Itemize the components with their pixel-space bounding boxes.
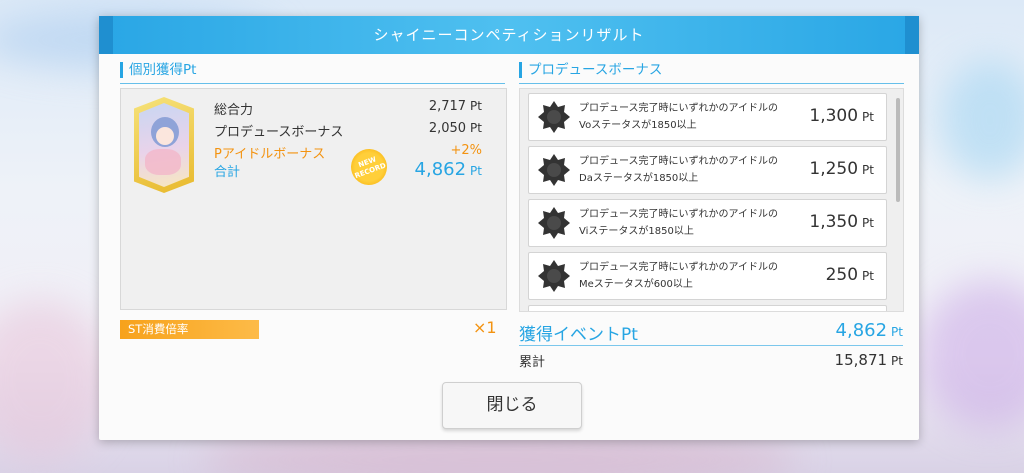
dark-badge-icon [538,154,570,186]
bonus-pt: 1,250 Pt [809,159,874,179]
produce-bonus-title: プロデュースボーナス [519,60,913,84]
stat-value: 4,862 Pt [414,159,482,180]
bonus-description: プロデュース完了時にいずれかのアイドルの Voステータスが1850以上 [579,103,778,131]
dark-badge-icon [538,207,570,239]
divider [519,345,903,346]
stat-value: 2,050 Pt [428,121,482,136]
dark-badge-icon [538,260,570,292]
bonus-description: プロデュース完了時にいずれかのアイドルの Meステータスが600以上 [579,262,778,290]
bonus-pt: 1,300 Pt [809,106,874,126]
modal-title: シャイニーコンペティションリザルト [99,16,919,54]
event-pt-value: 4,862 Pt [835,320,903,341]
individual-pt-title: 個別獲得Pt [120,60,514,84]
st-multiplier-value: ×1 [473,318,497,337]
bonus-pt: 250 Pt [825,265,874,285]
stat-value: +2% [450,143,482,158]
cumulative-label: 累計 [519,355,546,370]
stat-label: Pアイドルボーナス [214,147,326,162]
produce-bonus-list[interactable]: プロデュース完了時にいずれかのアイドルの Voステータスが1850以上 1,30… [519,88,904,312]
list-item [528,305,887,311]
stat-value: 2,717 Pt [428,99,482,114]
cumulative-value: 15,871 Pt [834,351,903,369]
individual-pt-panel: 総合力 2,717 Pt プロデュースボーナス 2,050 Pt Pアイドルボーナス… [120,88,507,310]
individual-pt-title-text: 個別獲得Pt [129,62,197,78]
st-multiplier-label: ST消費倍率 [120,320,259,339]
bonus-pt: 1,350 Pt [809,212,874,232]
stat-label: 合計 [214,165,241,180]
list-item: プロデュース完了時にいずれかのアイドルの Voステータスが1850以上 1,30… [528,93,887,141]
dark-badge-icon [538,101,570,133]
result-modal: シャイニーコンペティションリザルト 個別獲得Pt 総合力 2,717 Pt プロデ… [99,16,919,440]
stat-label: 総合力 [214,103,254,118]
bonus-description: プロデュース完了時にいずれかのアイドルの Daステータスが1850以上 [579,156,778,184]
new-record-badge: NEW RECORD [345,143,393,191]
list-item: プロデュース完了時にいずれかのアイドルの Viステータスが1850以上 1,35… [528,199,887,247]
produce-bonus-title-text: プロデュースボーナス [528,62,663,78]
event-pt-label: 獲得イベントPt [519,325,638,345]
list-item: プロデュース完了時にいずれかのアイドルの Daステータスが1850以上 1,25… [528,146,887,194]
idol-card-icon [134,97,194,193]
stat-label: プロデュースボーナス [214,125,344,140]
bonus-description: プロデュース完了時にいずれかのアイドルの Viステータスが1850以上 [579,209,778,237]
close-button[interactable]: 閉じる [442,382,582,429]
list-scrollbar[interactable] [896,98,900,202]
list-item: プロデュース完了時にいずれかのアイドルの Meステータスが600以上 250 Pt [528,252,887,300]
